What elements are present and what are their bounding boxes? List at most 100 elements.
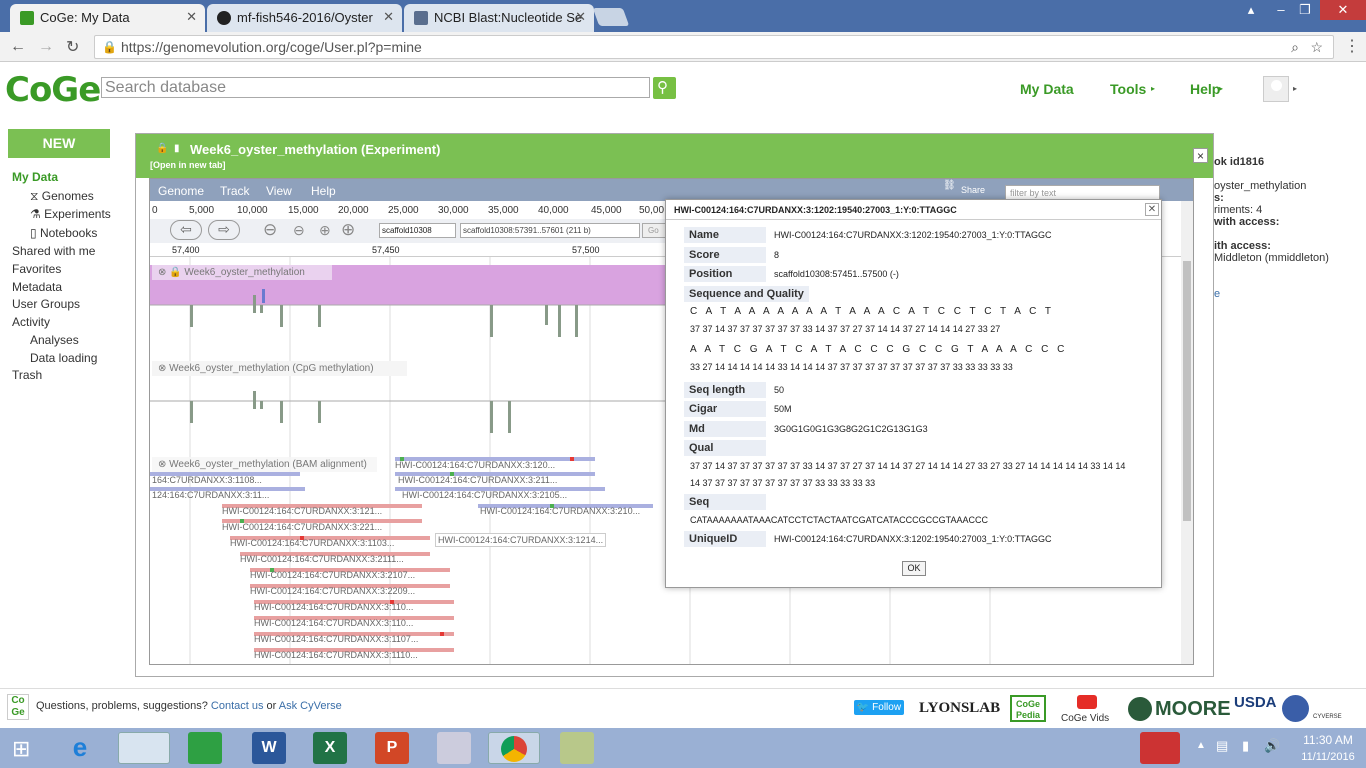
scrollbar-thumb[interactable] xyxy=(1183,261,1191,521)
zoom-out-icon[interactable]: ⊖ xyxy=(293,222,305,239)
menu-genome[interactable]: Genome xyxy=(158,184,204,198)
network-icon[interactable]: ▤ xyxy=(1216,738,1228,754)
track-close-icon[interactable]: ⊗ xyxy=(158,267,166,278)
read-label[interactable]: HWI-C00124:164:C7URDANXX:3:120... xyxy=(395,460,555,470)
notepad-icon[interactable] xyxy=(560,732,594,764)
excel-icon[interactable]: X xyxy=(313,732,347,764)
ok-button[interactable]: OK xyxy=(902,561,926,576)
sidebar-item-data-loading[interactable]: Data loading xyxy=(30,351,97,365)
read-label[interactable]: HWI-C00124:164:C7URDANXX:3:210... xyxy=(480,506,640,516)
url-input[interactable]: 🔒 https://genomevolution.org/coge/User.p… xyxy=(94,35,1334,59)
tray-expand-icon[interactable]: ▲ xyxy=(1196,740,1206,751)
menu-view[interactable]: View xyxy=(266,184,292,198)
zoom-out-big-icon[interactable]: ⊖ xyxy=(263,220,277,240)
app-tray-icon[interactable] xyxy=(1140,732,1180,764)
read-label[interactable]: HWI-C00124:164:C7URDANXX:3:211... xyxy=(398,475,557,485)
lyonslab-logo[interactable]: LYONSLAB xyxy=(919,700,1000,717)
sidebar-item-activity[interactable]: Activity xyxy=(12,315,50,329)
usda-logo[interactable]: USDA xyxy=(1234,694,1277,711)
windows-store-icon[interactable] xyxy=(188,732,222,764)
sidebar-item-metadata[interactable]: Metadata xyxy=(12,280,62,294)
menu-help[interactable]: Help xyxy=(311,184,336,198)
word-icon[interactable]: W xyxy=(252,732,286,764)
track-header-cpg[interactable]: ⊗ Week6_oyster_methylation (CpG methylat… xyxy=(152,361,407,376)
menu-track[interactable]: Track xyxy=(220,184,250,198)
new-button[interactable]: NEW xyxy=(8,129,110,158)
signal-icon[interactable]: ▮ xyxy=(1242,738,1249,754)
sidebar-item-experiments[interactable]: ⚗ Experiments xyxy=(30,207,111,221)
scaffold-select[interactable]: scaffold10308 xyxy=(379,223,456,238)
close-tab-icon[interactable]: ✕ xyxy=(575,9,586,25)
powerpoint-icon[interactable]: P xyxy=(375,732,409,764)
info-line[interactable]: e xyxy=(1214,288,1364,300)
pan-left-icon[interactable]: ⇦ xyxy=(170,220,202,240)
sidebar-item-my-data[interactable]: My Data xyxy=(12,170,58,184)
contact-us-link[interactable]: Contact us xyxy=(211,700,264,712)
cogevids-logo[interactable]: CoGe Vids xyxy=(1061,713,1109,724)
tab-github[interactable]: mf-fish546-2016/Oyster ✕ xyxy=(207,4,402,32)
close-tab-icon[interactable]: ✕ xyxy=(186,9,197,25)
read-label[interactable]: 124:164:C7URDANXX:3:11... xyxy=(152,490,269,500)
read-label[interactable]: HWI-C00124:164:C7URDANXX:3:2209... xyxy=(250,586,415,596)
sidebar-item-favorites[interactable]: Favorites xyxy=(12,262,61,276)
zoom-in-icon[interactable]: ⊕ xyxy=(319,222,331,239)
clock-time[interactable]: 11:30 AM xyxy=(1298,733,1358,747)
new-tab-button[interactable] xyxy=(592,8,630,26)
open-new-tab-link[interactable]: [Open in new tab] xyxy=(150,160,226,170)
sidebar-item-shared[interactable]: Shared with me xyxy=(12,244,95,258)
zoom-in-big-icon[interactable]: ⊕ xyxy=(341,220,355,240)
volume-icon[interactable]: 🔊 xyxy=(1264,738,1280,754)
file-explorer-icon[interactable] xyxy=(118,732,170,764)
share-button[interactable]: Share xyxy=(961,185,985,195)
read-label[interactable]: HWI-C00124:164:C7URDANXX:3:1103... xyxy=(230,538,394,548)
close-tab-icon[interactable]: ✕ xyxy=(383,9,394,25)
sidebar-item-genomes[interactable]: ⧖ Genomes xyxy=(30,189,94,204)
read-label[interactable]: HWI-C00124:164:C7URDANXX:3:1107... xyxy=(254,634,418,644)
read-label[interactable]: HWI-C00124:164:C7URDANXX:3:110... xyxy=(254,618,413,628)
read-label[interactable]: HWI-C00124:164:C7URDANXX:3:2105... xyxy=(402,490,567,500)
sidebar-item-analyses[interactable]: Analyses xyxy=(30,333,79,347)
track-close-icon[interactable]: ⊗ xyxy=(158,459,166,470)
close-window-icon[interactable]: ✕ xyxy=(1320,0,1366,20)
read-label[interactable]: HWI-C00124:164:C7URDANXX:3:110... xyxy=(254,602,413,612)
moore-foundation-logo[interactable]: MOORE xyxy=(1155,698,1231,721)
restore-icon[interactable]: ❐ xyxy=(1290,0,1320,20)
coge-logo[interactable]: CoGe xyxy=(5,70,101,110)
search-input[interactable]: Search database xyxy=(101,77,650,98)
read-label[interactable]: HWI-C00124:164:C7URDANXX:3:121... xyxy=(222,506,382,516)
back-icon[interactable]: ← xyxy=(10,38,26,56)
read-label[interactable]: HWI-C00124:164:C7URDANXX:3:221... xyxy=(222,522,382,532)
cogepedia-logo[interactable]: CoGe Pedia xyxy=(1010,695,1046,722)
track-header-bam[interactable]: ⊗ Week6_oyster_methylation (BAM alignmen… xyxy=(152,457,377,472)
ask-cyverse-link[interactable]: Ask CyVerse xyxy=(279,700,342,712)
cyverse-logo[interactable]: CYVERSE xyxy=(1313,714,1342,720)
nav-my-data[interactable]: My Data xyxy=(1020,81,1074,97)
pan-right-icon[interactable]: ⇨ xyxy=(208,220,240,240)
tab-ncbi-blast[interactable]: NCBI Blast:Nucleotide Se ✕ xyxy=(404,4,594,32)
modal-close-button[interactable]: × xyxy=(1193,148,1208,163)
bookmark-star-icon[interactable]: ☆ xyxy=(1310,36,1323,58)
calculator-icon[interactable] xyxy=(437,732,471,764)
zoom-icon[interactable]: ⌕ xyxy=(1291,36,1299,58)
chrome-taskbar-icon[interactable] xyxy=(488,732,540,764)
popup-close-icon[interactable]: ✕ xyxy=(1145,203,1159,216)
tab-coge-mydata[interactable]: CoGe: My Data ✕ xyxy=(10,4,205,32)
sidebar-item-trash[interactable]: Trash xyxy=(12,368,42,382)
vertical-scrollbar[interactable] xyxy=(1181,201,1193,664)
read-label[interactable]: HWI-C00124:164:C7URDANXX:3:1110... xyxy=(254,650,418,660)
windows-start-icon[interactable]: ⊞ xyxy=(12,736,30,762)
reload-icon[interactable]: ↻ xyxy=(66,37,79,57)
user-profile-icon[interactable]: ▴ xyxy=(1236,0,1266,20)
internet-explorer-icon[interactable]: e xyxy=(63,732,97,764)
track-header-methylation[interactable]: ⊗ 🔒 Week6_oyster_methylation xyxy=(152,265,332,280)
read-label[interactable]: HWI-C00124:164:C7URDANXX:3:2111... xyxy=(240,554,404,564)
clock-date[interactable]: 11/11/2016 xyxy=(1298,751,1358,763)
chrome-menu-icon[interactable]: ⋮ xyxy=(1344,36,1360,56)
nav-tools[interactable]: Tools xyxy=(1110,81,1146,97)
nav-help[interactable]: Help xyxy=(1190,81,1220,97)
sidebar-item-user-groups[interactable]: User Groups xyxy=(12,297,80,311)
location-input[interactable]: scaffold10308:57391..57601 (211 b) xyxy=(460,223,640,238)
user-avatar[interactable] xyxy=(1263,76,1289,102)
sidebar-item-notebooks[interactable]: ▯ Notebooks xyxy=(30,226,97,240)
search-button[interactable]: ⚲ xyxy=(653,77,676,99)
